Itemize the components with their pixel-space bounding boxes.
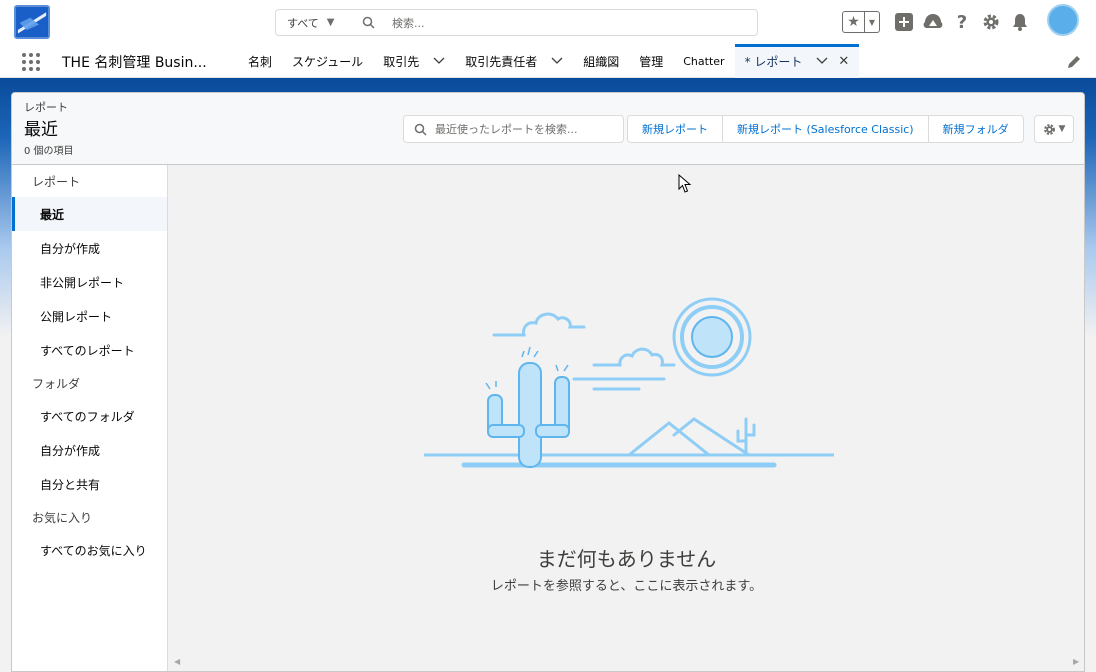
nav-item-org-chart[interactable]: 組織図 [573, 44, 629, 78]
sidebar-item-recent[interactable]: 最近 [12, 197, 167, 231]
sidebar-item-created-by-me[interactable]: 自分が作成 [12, 231, 167, 265]
nav-item-label: 管理 [639, 54, 664, 69]
object-label: レポート [24, 101, 68, 114]
cursor-icon [678, 174, 692, 193]
new-folder-button[interactable]: 新規フォルダ [927, 115, 1024, 143]
plus-icon[interactable] [894, 12, 914, 32]
settings-menu-button[interactable]: ▼ [1034, 115, 1074, 143]
sidebar-item-all-favorites[interactable]: すべてのお気に入り [12, 533, 167, 567]
nav-item-accounts[interactable]: 取引先 [373, 44, 455, 78]
scroll-left-arrow[interactable]: ◀ [174, 657, 180, 666]
help-icon[interactable]: ? [952, 12, 972, 33]
main-card: レポート 最近 0 個の項目 最近使ったレポートを検索... 新規レポート 新規… [11, 92, 1085, 672]
scroll-right-arrow[interactable]: ▶ [1073, 657, 1079, 666]
nav-item-admin[interactable]: 管理 [629, 44, 673, 78]
global-search-placeholder: 検索... [392, 16, 425, 30]
nav-item-label: 名刺 [248, 54, 273, 69]
page-title: 最近 [24, 120, 58, 140]
chevron-down-icon: ▼ [868, 17, 876, 27]
sidebar-item-folders-created-by-me[interactable]: 自分が作成 [12, 433, 167, 467]
chevron-down-icon[interactable] [433, 57, 445, 65]
chevron-down-icon: ▼ [326, 17, 335, 28]
chevron-down-icon: ▼ [1058, 124, 1066, 134]
nav-item-label: スケジュール [292, 54, 364, 69]
empty-state-title: まだ何もありません [536, 547, 717, 571]
favorites-button[interactable]: ★ ▼ [842, 11, 880, 33]
trailhead-icon[interactable] [923, 12, 943, 32]
search-scope-label: すべて [287, 16, 319, 30]
new-report-classic-button[interactable]: 新規レポート (Salesforce Classic) [722, 115, 929, 143]
nav-item-label: 組織図 [583, 54, 620, 69]
nav-item-label: 取引先責任者 [465, 54, 538, 69]
nav-item-contacts[interactable]: 取引先責任者 [455, 44, 573, 78]
gear-icon[interactable] [981, 12, 1001, 32]
waffle-icon[interactable] [22, 53, 40, 71]
sidebar-section-reports: レポート [32, 174, 81, 189]
nav-item-label: 取引先 [383, 54, 420, 69]
app-logo-icon[interactable] [14, 5, 50, 39]
app-name: THE 名刺管理 Busin... [62, 55, 207, 71]
new-report-button[interactable]: 新規レポート [627, 115, 723, 143]
page-header: レポート 最近 0 個の項目 最近使ったレポートを検索... 新規レポート 新規… [12, 93, 1084, 165]
action-button-group: 新規レポート 新規レポート (Salesforce Classic) 新規フォル… [627, 115, 1024, 143]
gear-icon [1043, 123, 1055, 135]
empty-state-subtitle: レポートを参照すると、ここに表示されます。 [490, 579, 763, 594]
search-scope-dropdown[interactable]: すべて ▼ [275, 9, 345, 36]
sidebar-section-favorites: お気に入り [32, 510, 93, 525]
header-icons: ★ ▼ ? [842, 10, 1039, 34]
sidebar-item-private-reports[interactable]: 非公開レポート [12, 265, 167, 299]
sidebar-item-public-reports[interactable]: 公開レポート [12, 299, 167, 333]
bell-icon[interactable] [1010, 12, 1030, 32]
sidebar-item-shared-with-me[interactable]: 自分と共有 [12, 467, 167, 501]
sidebar-item-all-folders[interactable]: すべてのフォルダ [12, 399, 167, 433]
chevron-down-icon[interactable] [816, 57, 828, 65]
report-search-input[interactable]: 最近使ったレポートを検索... [403, 115, 624, 143]
nav-item-chatter[interactable]: Chatter [673, 44, 734, 78]
empty-state-illustration [424, 297, 834, 468]
chevron-down-icon[interactable] [551, 57, 563, 65]
report-list-content: まだ何もありません レポートを参照すると、ここに表示されます。 ◀ ▶ [169, 165, 1084, 671]
sidebar-item-all-reports[interactable]: すべてのレポート [12, 333, 167, 367]
item-count: 0 個の項目 [24, 146, 74, 157]
nav-item-meishi[interactable]: 名刺 [238, 44, 282, 78]
star-icon: ★ [843, 12, 865, 32]
search-icon [414, 123, 427, 136]
nav-item-schedule[interactable]: スケジュール [282, 44, 373, 78]
nav-item-reports[interactable]: * レポート ✕ [734, 44, 860, 78]
nav-items: 名刺 スケジュール 取引先 取引先責任者 組織図 管理 Chatter * レポ… [238, 44, 860, 78]
sidebar-section-folders: フォルダ [32, 376, 81, 391]
avatar[interactable] [1047, 4, 1079, 36]
report-search-placeholder: 最近使ったレポートを検索... [435, 123, 578, 136]
nav-item-label: Chatter [683, 54, 725, 68]
close-icon[interactable]: ✕ [838, 54, 849, 69]
search-icon [362, 16, 378, 29]
global-header: すべて ▼ 検索... ★ ▼ ? [0, 0, 1096, 44]
pencil-icon[interactable] [1066, 54, 1082, 70]
nav-item-label: * レポート [744, 54, 803, 69]
sidebar: レポート 最近 自分が作成 非公開レポート 公開レポート すべてのレポート フォ… [12, 165, 168, 671]
nav-bar: THE 名刺管理 Busin... 名刺 スケジュール 取引先 取引先責任者 組… [0, 44, 1096, 78]
global-search-input[interactable]: 検索... [344, 9, 758, 36]
